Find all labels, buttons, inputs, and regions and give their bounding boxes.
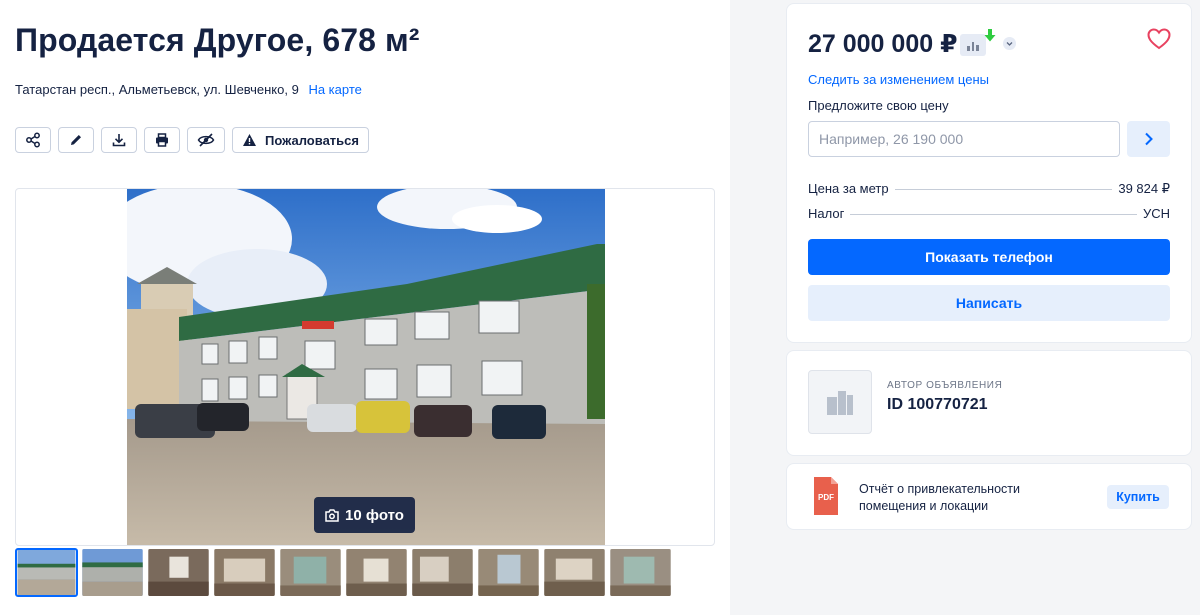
thumbnail[interactable] — [81, 548, 144, 597]
share-button[interactable] — [15, 127, 51, 153]
author-avatar[interactable] — [808, 370, 872, 434]
pdf-badge: PDF — [818, 493, 834, 502]
thumbnail[interactable] — [609, 548, 672, 597]
download-icon — [112, 134, 126, 147]
follow-price-link[interactable]: Следить за изменением цены — [808, 72, 989, 87]
price-history-button[interactable] — [960, 34, 986, 56]
building-placeholder-icon — [827, 391, 853, 415]
offer-submit-button[interactable] — [1127, 121, 1170, 157]
chevron-down-icon[interactable] — [1003, 37, 1016, 50]
building-photo — [127, 189, 605, 545]
address-text: Татарстан респ., Альметьевск, ул. Шевчен… — [15, 82, 299, 97]
favorite-heart-icon[interactable] — [1147, 28, 1171, 50]
price-per-meter-value: 39 824 ₽ — [1118, 181, 1170, 196]
price-per-meter-label: Цена за метр — [808, 181, 889, 196]
thumbnail-strip — [15, 548, 672, 597]
eye-slash-icon — [197, 133, 215, 147]
tax-row: Налог УСН — [808, 206, 1170, 221]
thumbnail[interactable] — [15, 548, 78, 597]
thumbnail[interactable] — [279, 548, 342, 597]
photo-gallery: 10 фото — [15, 188, 715, 546]
listing-main: Продается Другое, 678 м² Татарстан респ.… — [0, 0, 730, 615]
photo-count-label: 10 фото — [345, 506, 404, 524]
dotted-leader — [894, 189, 1113, 190]
complain-button[interactable]: Пожаловаться — [232, 127, 369, 153]
author-label: АВТОР ОБЪЯВЛЕНИЯ — [887, 380, 1003, 391]
main-photo[interactable] — [127, 189, 605, 545]
page-title: Продается Другое, 678 м² — [15, 22, 420, 58]
print-button[interactable] — [144, 127, 180, 153]
offer-price-input[interactable] — [808, 121, 1120, 157]
address-line: Татарстан респ., Альметьевск, ул. Шевчен… — [15, 82, 362, 97]
thumbnail[interactable] — [345, 548, 408, 597]
write-message-button[interactable]: Написать — [808, 285, 1170, 321]
camera-icon — [325, 508, 339, 522]
author-card: АВТОР ОБЪЯВЛЕНИЯ ID 100770721 — [786, 350, 1192, 456]
tax-label: Налог — [808, 206, 845, 221]
price-card: 27 000 000 ₽ Следить за изменением цены … — [786, 3, 1192, 343]
share-icon — [26, 132, 40, 148]
complain-label: Пожаловаться — [265, 132, 359, 148]
pencil-icon — [71, 135, 81, 145]
warning-icon — [243, 134, 256, 146]
thumbnail[interactable] — [411, 548, 474, 597]
report-description: Отчёт о привлекательности помещения и ло… — [859, 482, 1020, 513]
price: 27 000 000 ₽ — [808, 30, 958, 58]
map-link[interactable]: На карте — [308, 82, 361, 97]
tax-value: УСН — [1142, 206, 1170, 221]
edit-button[interactable] — [58, 127, 94, 153]
price-per-meter-row: Цена за метр 39 824 ₽ — [808, 181, 1170, 197]
report-card: PDF Отчёт о привлекательности помещения … — [786, 463, 1192, 530]
author-id[interactable]: ID 100770721 — [887, 396, 988, 414]
pdf-icon: PDF — [814, 477, 838, 515]
buy-report-button[interactable]: Купить — [1107, 485, 1169, 509]
thumbnail[interactable] — [543, 548, 606, 597]
price-drop-arrow-icon — [984, 29, 996, 42]
action-toolbar: Пожаловаться — [15, 127, 369, 153]
photo-count-button[interactable]: 10 фото — [314, 497, 415, 533]
show-phone-button[interactable]: Показать телефон — [808, 239, 1170, 275]
thumbnail[interactable] — [147, 548, 210, 597]
bar-chart-icon — [967, 46, 970, 51]
thumbnail[interactable] — [477, 548, 540, 597]
thumbnail[interactable] — [213, 548, 276, 597]
printer-icon — [156, 133, 168, 147]
download-button[interactable] — [101, 127, 137, 153]
chevron-right-icon — [1144, 132, 1153, 146]
offer-label: Предложите свою цену — [808, 98, 949, 113]
dotted-leader — [850, 214, 1137, 215]
hide-button[interactable] — [187, 127, 225, 153]
